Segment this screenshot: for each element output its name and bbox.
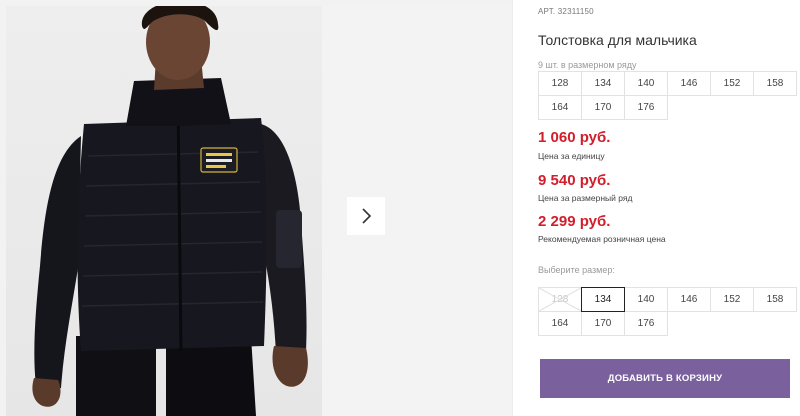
size-option[interactable]: 140 bbox=[624, 287, 668, 312]
size-option-label: 152 bbox=[723, 294, 741, 305]
pack-price: 9 540 руб. bbox=[538, 172, 611, 189]
size-option[interactable]: 158 bbox=[753, 287, 797, 312]
sku: АРТ. 32311150 bbox=[538, 7, 594, 16]
sku-value: 32311150 bbox=[557, 7, 594, 16]
size-option-label: 134 bbox=[594, 294, 612, 305]
size-option[interactable]: 146 bbox=[667, 287, 711, 312]
pack-size-cell: 128 bbox=[538, 71, 582, 96]
unit-price: 1 060 руб. bbox=[538, 129, 611, 146]
size-option-label: 176 bbox=[637, 318, 655, 329]
size-option-label: 146 bbox=[680, 294, 698, 305]
size-option-selected[interactable]: 134 bbox=[581, 287, 625, 312]
size-option-unavailable: 128 bbox=[538, 287, 582, 312]
pack-size-cell: 176 bbox=[624, 95, 668, 120]
sku-prefix: АРТ. bbox=[538, 7, 556, 16]
pack-price-label: Цена за размерный ряд bbox=[538, 193, 633, 203]
size-option-label: 158 bbox=[766, 294, 784, 305]
product-photo bbox=[6, 6, 322, 416]
product-title: Толстовка для мальчика bbox=[538, 32, 697, 48]
size-option[interactable]: 164 bbox=[538, 311, 582, 336]
size-selector: 128 134 140 146 152 158 164 170 176 bbox=[538, 287, 797, 336]
pack-caption: 9 шт. в размерном ряду bbox=[538, 60, 637, 70]
pack-size-cell: 140 bbox=[624, 71, 668, 96]
panel-divider bbox=[512, 0, 513, 416]
size-select-label: Выберите размер: bbox=[538, 265, 615, 275]
pack-size-grid: 128 134 140 146 152 158 164 170 176 bbox=[538, 71, 797, 120]
size-option[interactable]: 152 bbox=[710, 287, 754, 312]
size-option[interactable]: 170 bbox=[581, 311, 625, 336]
gallery-next-button[interactable] bbox=[347, 197, 385, 235]
unavailable-cross-icon bbox=[539, 288, 581, 311]
pack-size-cell: 146 bbox=[667, 71, 711, 96]
product-gallery bbox=[0, 0, 512, 416]
product-photo-illustration bbox=[32, 6, 308, 416]
size-option[interactable]: 176 bbox=[624, 311, 668, 336]
pack-size-cell: 170 bbox=[581, 95, 625, 120]
product-details: АРТ. 32311150 Толстовка для мальчика 9 ш… bbox=[538, 0, 800, 416]
size-option-label: 170 bbox=[594, 318, 612, 329]
pack-size-cell: 134 bbox=[581, 71, 625, 96]
size-option-label: 140 bbox=[637, 294, 655, 305]
pack-size-cell: 158 bbox=[753, 71, 797, 96]
pack-size-cell: 164 bbox=[538, 95, 582, 120]
retail-price: 2 299 руб. bbox=[538, 213, 611, 230]
retail-price-label: Рекомендуемая розничная цена bbox=[538, 234, 666, 244]
pack-size-cell: 152 bbox=[710, 71, 754, 96]
size-option-label: 164 bbox=[551, 318, 569, 329]
add-to-cart-button[interactable]: ДОБАВИТЬ В КОРЗИНУ bbox=[540, 359, 790, 398]
unit-price-label: Цена за единицу bbox=[538, 151, 605, 161]
chevron-right-icon bbox=[362, 208, 372, 224]
